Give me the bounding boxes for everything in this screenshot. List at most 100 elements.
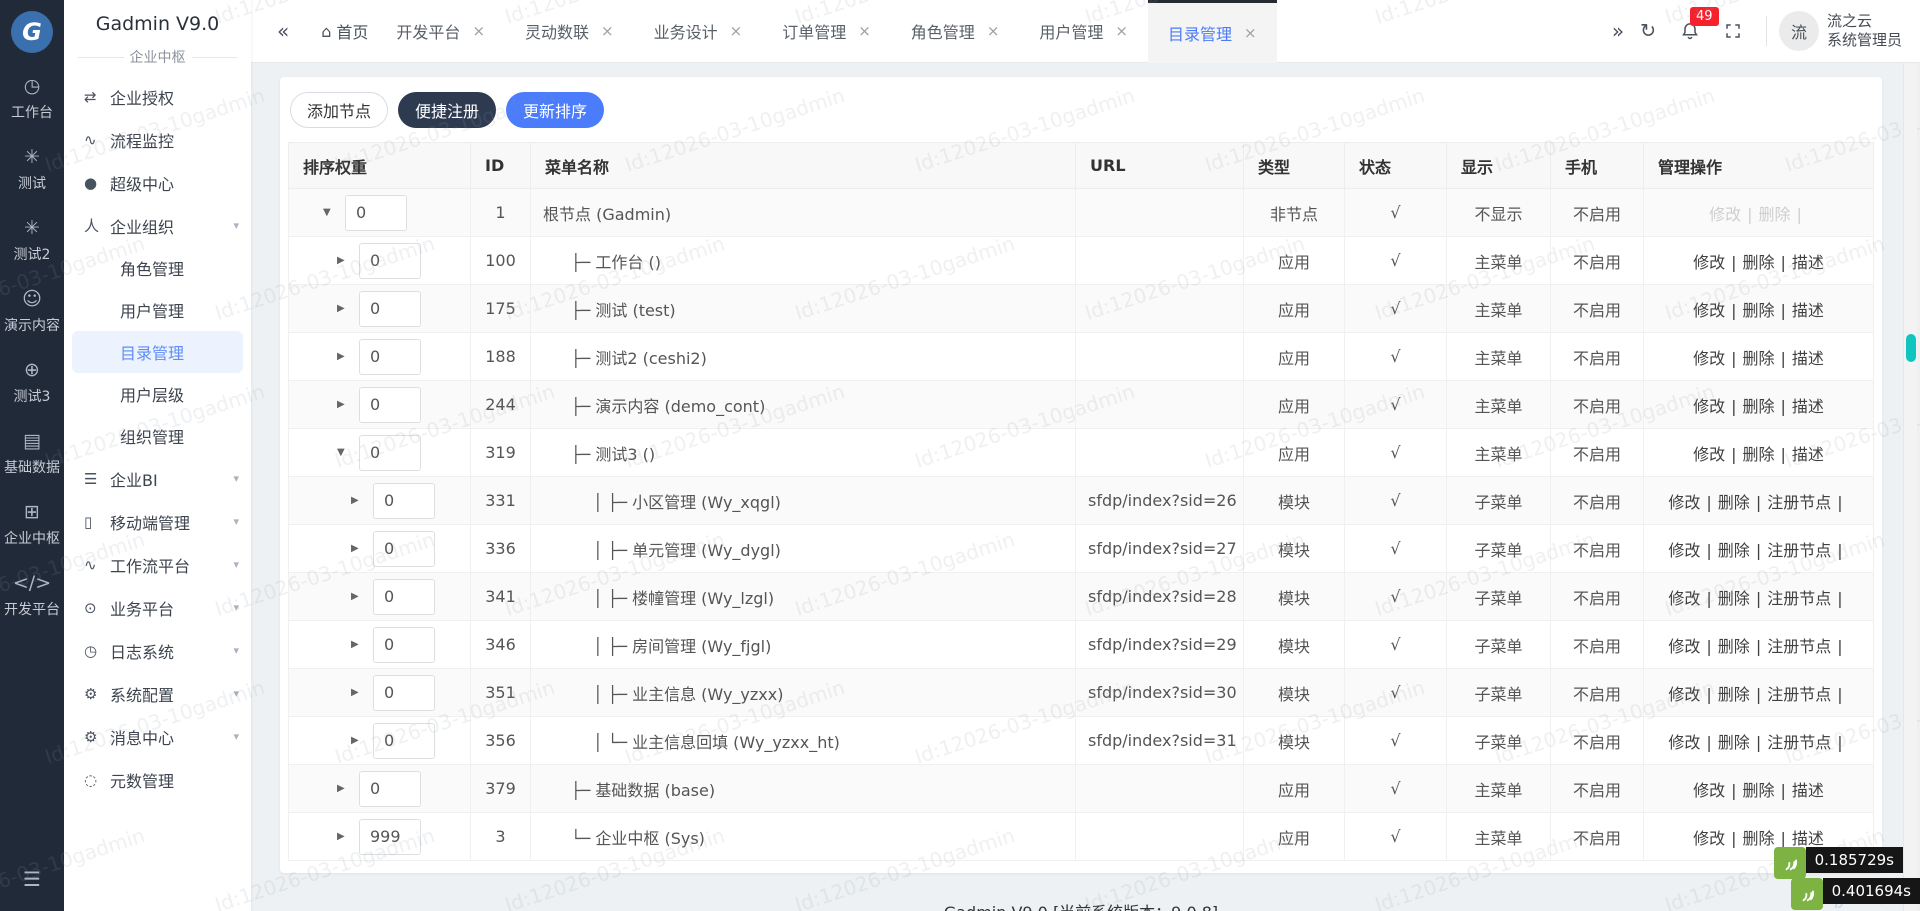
op-link[interactable]: 描述 [1792, 397, 1824, 416]
sort-weight-input[interactable] [359, 242, 421, 279]
op-link[interactable]: 删除 [1742, 829, 1774, 848]
tree-expander-icon[interactable]: ▼ [323, 207, 337, 218]
sidebar-item[interactable]: ◷ 日志系统 ▾ [64, 629, 251, 672]
tree-expander-icon[interactable]: ▶ [351, 687, 365, 698]
op-link[interactable]: 删除 [1742, 253, 1774, 272]
tab-灵动数联[interactable]: 灵动数联 × [505, 0, 634, 63]
sidebar-subitem[interactable]: 角色管理 [64, 247, 251, 289]
op-link[interactable]: 删除 [1718, 541, 1750, 560]
op-link[interactable]: 删除 [1718, 589, 1750, 608]
op-link[interactable]: 修改 [1693, 829, 1725, 848]
sort-weight-input[interactable] [359, 818, 421, 855]
toolbar-button[interactable]: 便捷注册 [398, 92, 497, 128]
sidebar-subitem[interactable]: 组织管理 [64, 415, 251, 457]
page-scrollbar[interactable] [1903, 63, 1917, 911]
tree-expander-icon[interactable]: ▶ [337, 783, 351, 794]
sidebar-item[interactable]: ☰ 企业BI ▾ [64, 457, 251, 500]
op-link[interactable]: 删除 [1742, 445, 1774, 464]
op-link[interactable]: 删除 [1742, 397, 1774, 416]
tab-目录管理[interactable]: 目录管理 × [1147, 0, 1277, 63]
tab-close-icon[interactable]: × [1244, 24, 1257, 42]
op-link[interactable]: 修改 [1693, 397, 1725, 416]
sidebar-item[interactable]: ▯ 移动端管理 ▾ [64, 500, 251, 543]
tab-角色管理[interactable]: 角色管理 × [891, 0, 1020, 63]
op-link[interactable]: 修改 [1668, 685, 1700, 704]
op-link[interactable]: 修改 [1668, 589, 1700, 608]
op-link[interactable]: 修改 [1693, 301, 1725, 320]
rail-item-test[interactable]: ✳ 测试 [4, 146, 60, 193]
tree-expander-icon[interactable]: ▶ [351, 495, 365, 506]
sidebar-item[interactable]: ∿ 流程监控 [64, 118, 251, 161]
op-link[interactable]: 删除 [1718, 493, 1750, 512]
sidebar-item[interactable]: ⊙ 业务平台 ▾ [64, 586, 251, 629]
toolbar-button[interactable]: 更新排序 [506, 92, 605, 128]
tree-expander-icon[interactable]: ▶ [337, 351, 351, 362]
rail-item-test3[interactable]: ⊕ 测试3 [4, 359, 60, 406]
sort-weight-input[interactable] [373, 530, 435, 567]
sort-weight-input[interactable] [373, 626, 435, 663]
sort-weight-input[interactable] [359, 434, 421, 471]
tree-expander-icon[interactable]: ▶ [351, 543, 365, 554]
op-link[interactable]: 删除 [1718, 685, 1750, 704]
rail-item-test2[interactable]: ✳ 测试2 [4, 217, 60, 264]
sort-weight-input[interactable] [359, 290, 421, 327]
op-link[interactable]: 修改 [1709, 205, 1741, 224]
tab-开发平台[interactable]: 开发平台 × [376, 0, 505, 63]
sidebar-item[interactable]: ∿ 工作流平台 ▾ [64, 543, 251, 586]
tree-expander-icon[interactable]: ▶ [337, 831, 351, 842]
tab-close-icon[interactable]: × [987, 22, 1000, 40]
op-link[interactable]: 删除 [1742, 301, 1774, 320]
op-link[interactable]: 描述 [1792, 781, 1824, 800]
sidebar-subitem[interactable]: 用户层级 [64, 373, 251, 415]
tab-close-icon[interactable]: × [1115, 22, 1128, 40]
user-avatar[interactable]: 流 [1778, 11, 1819, 51]
sidebar-subitem[interactable]: 用户管理 [64, 289, 251, 331]
op-link[interactable]: 删除 [1742, 781, 1774, 800]
op-link[interactable]: 修改 [1668, 541, 1700, 560]
tree-expander-icon[interactable]: ▶ [351, 591, 365, 602]
tabs-scroll-right-icon[interactable]: » [1608, 19, 1628, 43]
sort-weight-input[interactable] [345, 194, 407, 231]
sort-weight-input[interactable] [373, 722, 435, 759]
op-link[interactable]: 删除 [1718, 637, 1750, 656]
op-link[interactable]: 注册节点 [1767, 685, 1831, 704]
op-link[interactable]: 注册节点 [1767, 493, 1831, 512]
op-link[interactable]: 描述 [1792, 445, 1824, 464]
tree-expander-icon[interactable]: ▶ [337, 399, 351, 410]
sort-weight-input[interactable] [373, 482, 435, 519]
tab-close-icon[interactable]: × [601, 22, 614, 40]
tab-用户管理[interactable]: 用户管理 × [1019, 0, 1148, 63]
op-link[interactable]: 删除 [1742, 349, 1774, 368]
sort-weight-input[interactable] [359, 386, 421, 423]
op-link[interactable]: 修改 [1668, 637, 1700, 656]
app-logo[interactable]: G [11, 11, 53, 53]
tabs-scroll-left-icon[interactable]: « [273, 19, 293, 43]
sidebar-item[interactable]: ● 超级中心 [64, 161, 251, 204]
op-link[interactable]: 描述 [1792, 253, 1824, 272]
sort-weight-input[interactable] [359, 770, 421, 807]
toolbar-button[interactable]: 添加节点 [290, 92, 389, 128]
tab-业务设计[interactable]: 业务设计 × [634, 0, 763, 63]
sidebar-item[interactable]: 人 企业组织 ▾ [64, 204, 251, 247]
rail-item-base-data[interactable]: ▤ 基础数据 [4, 430, 60, 477]
op-link[interactable]: 修改 [1668, 733, 1700, 752]
scrollbar-thumb[interactable] [1906, 334, 1916, 362]
sidebar-item[interactable]: ◌ 元数管理 [64, 758, 251, 801]
tree-expander-icon[interactable]: ▶ [351, 639, 365, 650]
sidebar-item[interactable]: ⚙ 系统配置 ▾ [64, 672, 251, 715]
op-link[interactable]: 删除 [1759, 205, 1791, 224]
debug-logo-icon[interactable] [1773, 847, 1806, 879]
tab-close-icon[interactable]: × [858, 22, 871, 40]
refresh-icon[interactable]: ↻ [1640, 20, 1656, 42]
tab-订单管理[interactable]: 订单管理 × [762, 0, 891, 63]
op-link[interactable]: 注册节点 [1767, 589, 1831, 608]
tree-expander-icon[interactable]: ▼ [337, 447, 351, 458]
op-link[interactable]: 修改 [1693, 781, 1725, 800]
tree-expander-icon[interactable]: ▶ [351, 735, 365, 746]
sort-weight-input[interactable] [373, 674, 435, 711]
rail-item-workbench[interactable]: ◷ 工作台 [4, 75, 60, 122]
fullscreen-icon[interactable] [1724, 22, 1742, 40]
op-link[interactable]: 删除 [1718, 733, 1750, 752]
tab-home[interactable]: ⌂ 首页 [321, 19, 368, 43]
sidebar-item[interactable]: ⚙ 消息中心 ▾ [64, 715, 251, 758]
